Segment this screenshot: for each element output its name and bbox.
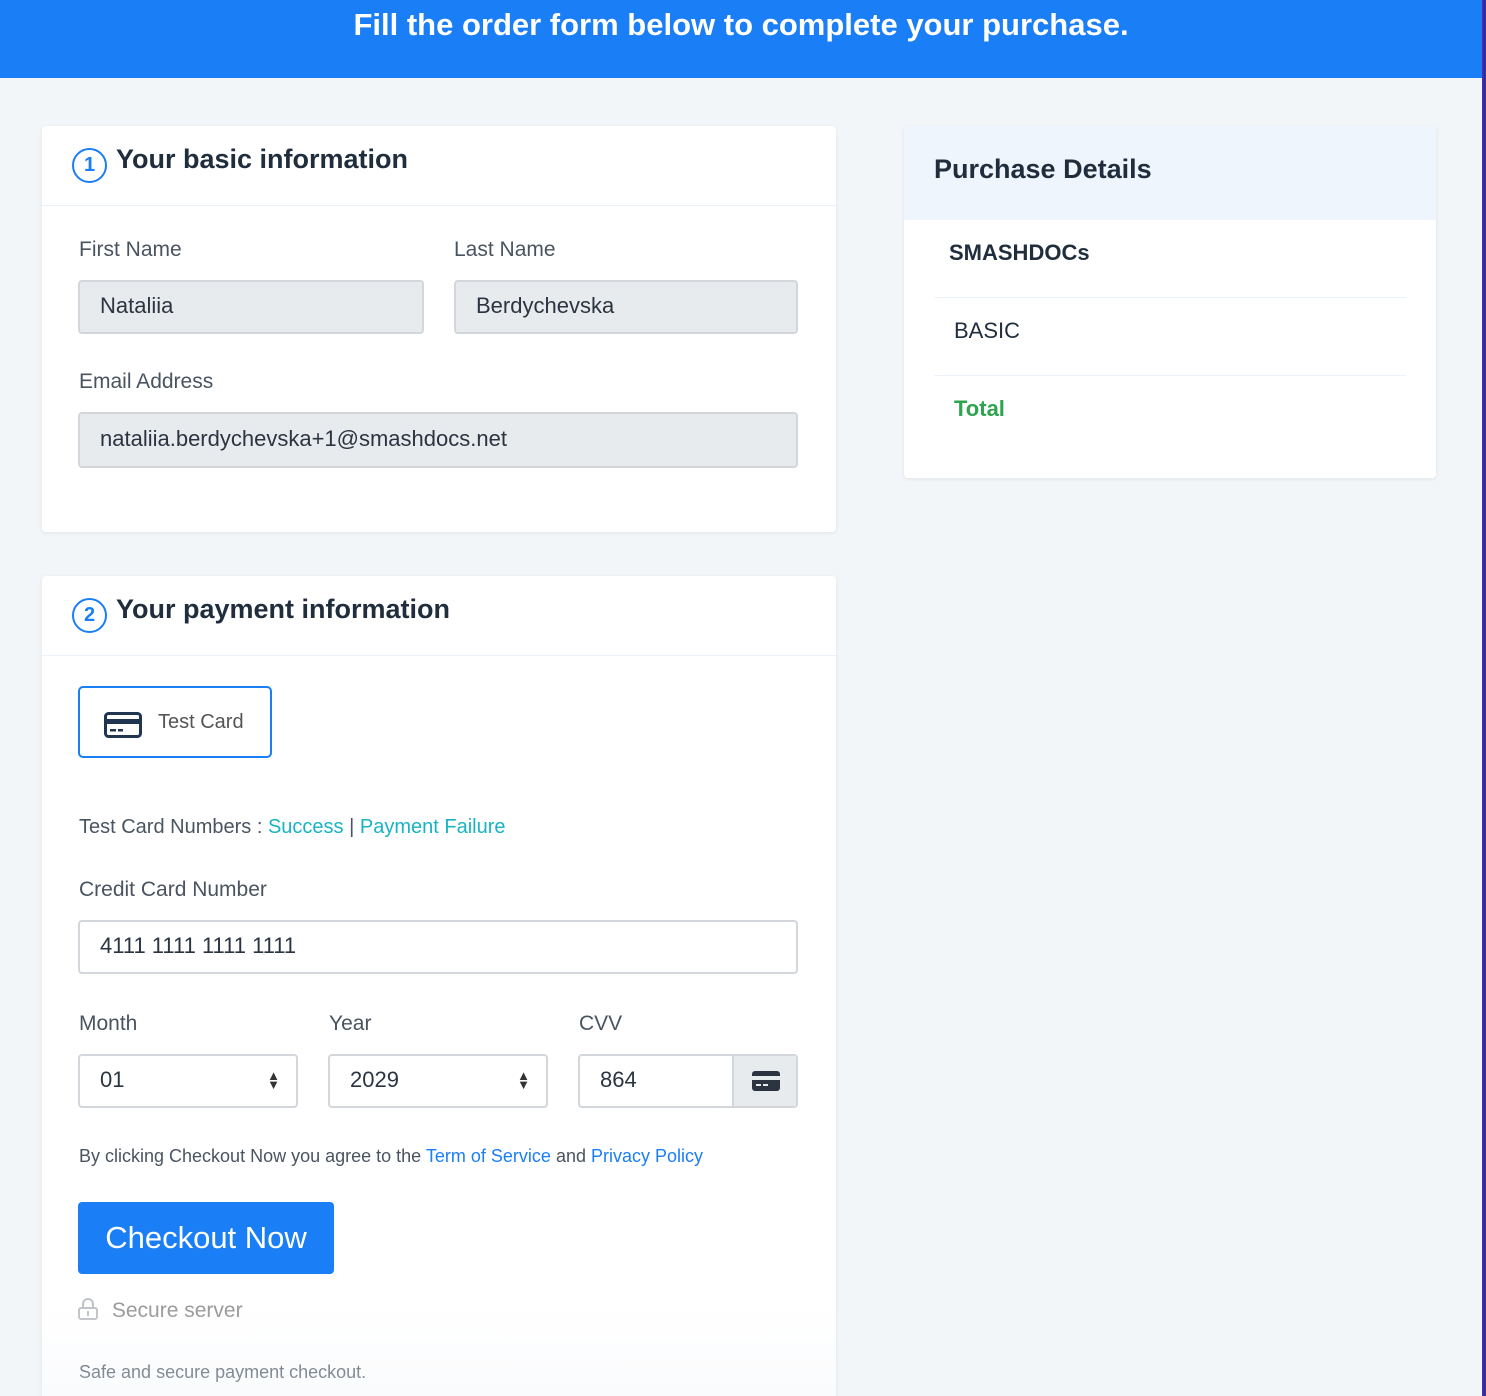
payment-info-header: 2 Your payment information <box>42 576 836 656</box>
month-value: 01 <box>100 1067 125 1092</box>
agreement-and: and <box>555 1146 586 1166</box>
cvv-value: 864 <box>600 1067 637 1092</box>
purchase-plan-row: BASIC <box>934 298 1406 376</box>
month-select[interactable]: 01 ▲ ▼ <box>78 1054 298 1108</box>
year-select[interactable]: 2029 ▲ ▼ <box>328 1054 548 1108</box>
chevron-updown-icon: ▲ ▼ <box>517 1068 530 1092</box>
year-value: 2029 <box>350 1067 399 1092</box>
payment-failure-link[interactable]: Payment Failure <box>360 816 506 838</box>
terms-link[interactable]: Term of Service <box>426 1146 551 1166</box>
purchase-details-header: Purchase Details <box>904 126 1436 220</box>
credit-card-icon <box>104 712 142 738</box>
agreement-prefix: By clicking Checkout Now you agree to th… <box>79 1146 422 1166</box>
link-separator: | <box>349 816 355 838</box>
year-label: Year <box>329 1012 372 1035</box>
test-card-numbers: Test Card Numbers : Success | Payment Fa… <box>79 816 506 839</box>
basic-info-header: 1 Your basic information <box>42 126 836 206</box>
step-2-badge: 2 <box>72 598 107 633</box>
card-number-label: Credit Card Number <box>79 878 267 901</box>
purchase-product-row: SMASHDOCs <box>934 220 1406 298</box>
product-name: SMASHDOCs <box>949 240 1090 265</box>
secure-server: Secure server <box>78 1298 243 1323</box>
chevron-updown-icon: ▲ ▼ <box>267 1068 280 1092</box>
purchase-total-row: Total <box>934 376 1406 454</box>
test-card-label: Test Card <box>158 711 244 733</box>
month-label: Month <box>79 1012 138 1035</box>
test-card-method-button[interactable]: Test Card <box>78 686 272 758</box>
card-number-input[interactable]: 4111 1111 1111 1111 <box>78 920 798 974</box>
checkout-now-button[interactable]: Checkout Now <box>78 1202 334 1274</box>
cvv-label: CVV <box>579 1012 623 1035</box>
success-link[interactable]: Success <box>268 816 344 838</box>
payment-info-title: Your payment information <box>116 594 451 624</box>
page: Fill the order form below to complete yo… <box>0 0 1482 1396</box>
email-field[interactable]: nataliia.berdychevska+1@smashdocs.net <box>78 412 798 468</box>
last-name-label: Last Name <box>454 238 556 261</box>
payment-info-card: 2 Your payment information Test Card Tes… <box>42 576 836 1396</box>
secure-server-label: Secure server <box>111 1299 243 1322</box>
cvv-card-addon <box>732 1056 796 1106</box>
credit-card-icon <box>752 1071 780 1091</box>
cvv-input[interactable]: 864 <box>578 1054 798 1108</box>
plan-name: BASIC <box>954 318 1021 343</box>
first-name-label: First Name <box>79 238 182 261</box>
page-title: Fill the order form below to complete yo… <box>353 7 1129 42</box>
privacy-link[interactable]: Privacy Policy <box>591 1146 703 1166</box>
first-name-field[interactable]: Nataliia <box>78 280 424 334</box>
basic-info-card: 1 Your basic information First Name Nata… <box>42 126 836 532</box>
purchase-details-card: Purchase Details SMASHDOCs BASIC Total <box>904 126 1436 478</box>
step-1-badge: 1 <box>72 148 107 183</box>
purchase-details-title: Purchase Details <box>934 154 1152 184</box>
last-name-field[interactable]: Berdychevska <box>454 280 798 334</box>
basic-info-title: Your basic information <box>116 144 409 174</box>
safe-checkout-text: Safe and secure payment checkout. <box>79 1362 367 1382</box>
header-banner: Fill the order form below to complete yo… <box>0 0 1482 78</box>
email-label: Email Address <box>79 370 214 393</box>
test-card-numbers-label: Test Card Numbers : <box>79 816 263 838</box>
agreement-text: By clicking Checkout Now you agree to th… <box>79 1146 703 1167</box>
lock-icon <box>78 1298 98 1320</box>
total-label: Total <box>954 396 1005 421</box>
